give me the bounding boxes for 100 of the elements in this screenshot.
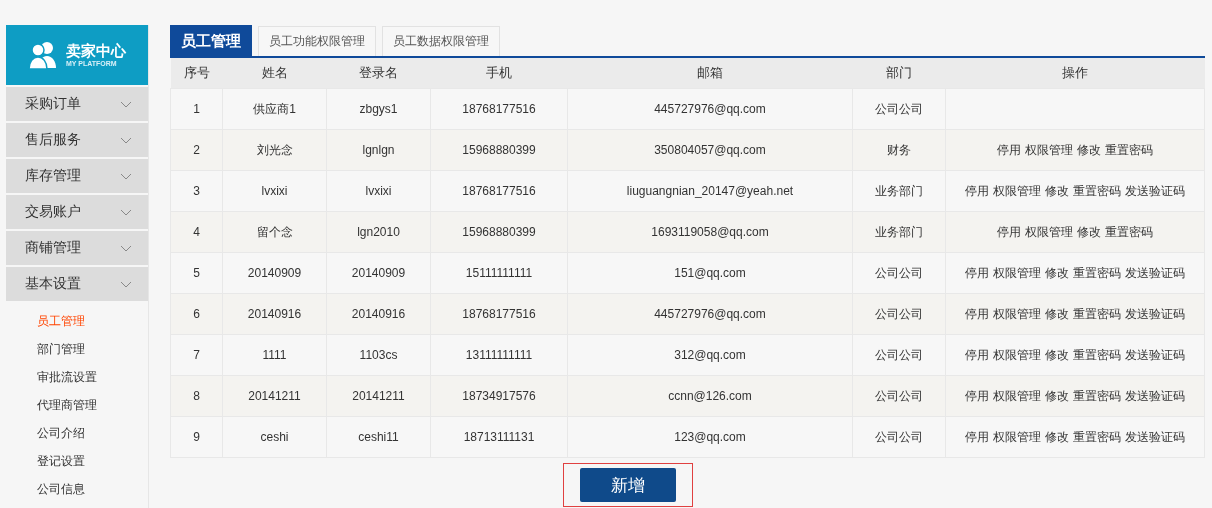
menu-item[interactable]: 交易账户 [6, 195, 148, 229]
menu-item[interactable]: 商铺管理 [6, 231, 148, 265]
users-icon [28, 40, 58, 70]
action-link[interactable]: 停用 [965, 347, 989, 362]
table-cell: 20140916 [222, 293, 327, 335]
table-cell: 15111111111 [430, 252, 568, 294]
tab[interactable]: 员工功能权限管理 [258, 26, 376, 56]
action-link[interactable]: 权限管理 [993, 388, 1041, 403]
submenu-item[interactable]: 审批流设置 [37, 363, 148, 391]
submenu-item[interactable]: 公司信息 [37, 475, 148, 503]
table-cell: 7 [170, 334, 223, 376]
action-link[interactable]: 权限管理 [993, 306, 1041, 321]
table-cell: 151@qq.com [567, 252, 853, 294]
column-header: 操作 [945, 58, 1205, 89]
table-cell: 公司公司 [852, 252, 946, 294]
action-link[interactable]: 重置密码 [1073, 183, 1121, 198]
table-cell: 13111111111 [430, 334, 568, 376]
action-link[interactable]: 重置密码 [1073, 429, 1121, 444]
action-link[interactable]: 权限管理 [993, 429, 1041, 444]
action-link[interactable]: 修改 [1045, 265, 1069, 280]
action-link[interactable]: 发送验证码 [1125, 347, 1185, 362]
menu-item[interactable]: 基本设置 [6, 267, 148, 301]
action-link[interactable]: 修改 [1045, 388, 1069, 403]
table-cell: 20140909 [326, 252, 431, 294]
action-link[interactable]: 发送验证码 [1125, 183, 1185, 198]
table-cell: 9 [170, 416, 223, 458]
table-cell: 20140916 [326, 293, 431, 335]
chevron-down-icon [120, 172, 132, 180]
action-link[interactable]: 权限管理 [993, 265, 1041, 280]
menu-item[interactable]: 售后服务 [6, 123, 148, 157]
action-link[interactable]: 停用 [997, 142, 1021, 157]
action-link[interactable]: 发送验证码 [1125, 306, 1185, 321]
action-link[interactable]: 重置密码 [1105, 224, 1153, 239]
add-button[interactable]: 新增 [580, 468, 676, 502]
table-cell: lvxixi [222, 170, 327, 212]
table-cell: 20141211 [326, 375, 431, 417]
table-cell: 1111 [222, 334, 327, 376]
table-cell: 445727976@qq.com [567, 88, 853, 130]
action-link[interactable]: 修改 [1077, 142, 1101, 157]
table-cell: 20140909 [222, 252, 327, 294]
table-cell: 8 [170, 375, 223, 417]
action-link[interactable]: 修改 [1045, 429, 1069, 444]
chevron-down-icon [120, 208, 132, 216]
table-cell: lgnlgn [326, 129, 431, 171]
table-cell: 2 [170, 129, 223, 171]
action-link[interactable]: 重置密码 [1073, 347, 1121, 362]
action-link[interactable]: 权限管理 [1025, 142, 1073, 157]
action-link[interactable]: 修改 [1077, 224, 1101, 239]
action-link[interactable]: 停用 [965, 306, 989, 321]
action-link[interactable]: 权限管理 [993, 347, 1041, 362]
action-link[interactable]: 修改 [1045, 183, 1069, 198]
submenu-item[interactable]: 部门管理 [37, 335, 148, 363]
action-link[interactable]: 修改 [1045, 306, 1069, 321]
action-link[interactable]: 重置密码 [1073, 306, 1121, 321]
action-link[interactable]: 权限管理 [1025, 224, 1073, 239]
table-cell: 445727976@qq.com [567, 293, 853, 335]
table-cell: 6 [170, 293, 223, 335]
action-link[interactable]: 发送验证码 [1125, 429, 1185, 444]
action-link[interactable]: 重置密码 [1105, 142, 1153, 157]
table-cell: 4 [170, 211, 223, 253]
submenu-item[interactable]: 登记设置 [37, 447, 148, 475]
table-cell: 18713111131 [430, 416, 568, 458]
table-cell: 18768177516 [430, 293, 568, 335]
table-cell: 123@qq.com [567, 416, 853, 458]
table-cell: 18768177516 [430, 170, 568, 212]
submenu-item[interactable]: 公司介绍 [37, 419, 148, 447]
menu-item[interactable]: 库存管理 [6, 159, 148, 193]
column-header: 姓名 [222, 58, 327, 89]
table-cell: 公司公司 [852, 416, 946, 458]
chevron-down-icon [120, 280, 132, 288]
action-link[interactable]: 停用 [965, 265, 989, 280]
table-cell: 公司公司 [852, 293, 946, 335]
table-cell: 15968880399 [430, 211, 568, 253]
action-link[interactable]: 停用 [997, 224, 1021, 239]
table-cell: 20141211 [222, 375, 327, 417]
table-cell: zbgys1 [326, 88, 431, 130]
tab[interactable]: 员工管理 [170, 25, 252, 56]
action-link[interactable]: 权限管理 [993, 183, 1041, 198]
submenu-item[interactable]: 代理商管理 [37, 391, 148, 419]
action-link[interactable]: 重置密码 [1073, 265, 1121, 280]
table-cell: liuguangnian_20147@yeah.net [567, 170, 853, 212]
table-cell: ceshi11 [326, 416, 431, 458]
table-cell: ceshi [222, 416, 327, 458]
action-link[interactable]: 停用 [965, 429, 989, 444]
column-header: 邮箱 [567, 58, 853, 89]
column-header: 部门 [852, 58, 946, 89]
menu-item[interactable]: 采购订单 [6, 87, 148, 121]
table-cell: 312@qq.com [567, 334, 853, 376]
table-cell: 1103cs [326, 334, 431, 376]
table-cell: 1693119058@qq.com [567, 211, 853, 253]
tab[interactable]: 员工数据权限管理 [382, 26, 500, 56]
action-link[interactable]: 停用 [965, 388, 989, 403]
table-cell: ccnn@126.com [567, 375, 853, 417]
table-cell: 业务部门 [852, 170, 946, 212]
action-link[interactable]: 重置密码 [1073, 388, 1121, 403]
table-cell: 15968880399 [430, 129, 568, 171]
action-link[interactable]: 发送验证码 [1125, 388, 1185, 403]
action-link[interactable]: 发送验证码 [1125, 265, 1185, 280]
action-link[interactable]: 停用 [965, 183, 989, 198]
action-link[interactable]: 修改 [1045, 347, 1069, 362]
